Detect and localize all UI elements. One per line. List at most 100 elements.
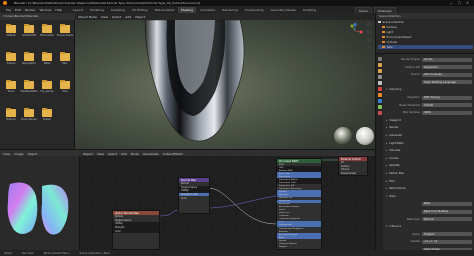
camera-view-icon[interactable] [366, 37, 372, 43]
properties-section-header[interactable]: Performance [386, 186, 472, 191]
vector-normal-map-node[interactable]: Vector Normal Map Normal Tangent Space UVM… [112, 210, 160, 250]
object-tab-icon[interactable] [377, 93, 382, 97]
folder-item[interactable]: Preset [39, 107, 55, 129]
menu-file[interactable]: File [6, 8, 11, 12]
world-tab-icon[interactable] [377, 87, 382, 91]
folder-item[interactable]: Environments [57, 23, 73, 45]
zoom-icon[interactable] [366, 21, 372, 27]
viewport-menu-item[interactable]: Object [135, 15, 145, 19]
viewport-menu-item[interactable]: Object Mode [78, 15, 97, 19]
normal-map-node[interactable]: Normal Map Normal Tangent Space UVMap Stren… [178, 177, 210, 214]
properties-field-value[interactable]: Path Tracing [422, 95, 472, 100]
folder-item[interactable]: Buttons [3, 107, 19, 129]
menu-window[interactable]: Window [40, 8, 52, 12]
folder-item[interactable]: Tiles [57, 79, 73, 101]
principled-bsdf-node[interactable]: Principled BSDF BSDF GGX Random Walk Base C… [276, 158, 322, 250]
3d-viewport[interactable]: Object Mode View Select Add Object [75, 13, 375, 149]
properties-section-header[interactable]: Film [386, 179, 472, 184]
file-path[interactable]: C:\Users\Blender\Materials\ [3, 15, 38, 18]
node-socket-row[interactable]: Displacement [339, 172, 367, 176]
folder-item[interactable]: Ink_Games [39, 79, 55, 101]
properties-field[interactable]: Noise Threshold 0.0100 [386, 103, 472, 108]
window-controls[interactable]: — ▢ ✕ [449, 1, 471, 5]
outliner-row[interactable]: Cylinder [378, 40, 473, 44]
properties-field[interactable]: Open Shading Language [386, 80, 472, 85]
properties-field[interactable]: Render Engine Cycles [386, 57, 472, 62]
folder-item[interactable]: Misc [57, 51, 73, 73]
outliner-row[interactable]: EnvironmentObject [378, 35, 473, 39]
properties-field-value[interactable]: GPU Compute [422, 72, 472, 77]
scene-tab-icon[interactable] [377, 81, 382, 85]
outliner-row[interactable]: Light [378, 30, 473, 34]
properties-field-value[interactable]: +X +Y +Z [422, 239, 472, 244]
material-output-node[interactable]: Material Output All Surface Volume Displace… [338, 156, 368, 176]
image-editor-menu-item[interactable]: Object [28, 152, 38, 156]
properties-section-header[interactable]: Motion Blur [386, 171, 472, 176]
navigation-gizmo[interactable] [347, 23, 363, 39]
node-socket-row[interactable]: Color [179, 196, 209, 200]
image-editor[interactable]: View Image Object [0, 149, 80, 250]
folder-item[interactable]: AmbOCCNS [21, 23, 37, 45]
node-socket-row[interactable]: Color [113, 229, 159, 233]
outliner-row[interactable]: Scene Collection [378, 20, 473, 24]
folder-item[interactable]: Wood [3, 79, 19, 101]
menu-edit[interactable]: Edit [15, 8, 21, 12]
menu-help[interactable]: Help [55, 8, 62, 12]
image-editor-menu-item[interactable]: View [3, 152, 10, 156]
modifier-tab-icon[interactable] [377, 99, 382, 103]
properties-field-value[interactable]: Bake from Multires [422, 209, 472, 214]
folder-item[interactable]: Node Setups [21, 107, 37, 129]
folder-item[interactable]: Fresnel [3, 51, 19, 73]
properties-field-value[interactable]: Supported [422, 65, 472, 70]
properties-field-value[interactable]: Open Shading Language [422, 80, 472, 85]
viewport-menu-item[interactable]: Add [125, 15, 131, 19]
node-socket-row[interactable]: Tangent [277, 245, 321, 248]
outliner-row[interactable]: Camera [378, 25, 473, 29]
shader-node-editor[interactable]: Object View Select Add Node Use Nodes SubsurfM… [80, 149, 375, 250]
image-editor-menu-item[interactable]: Image [14, 152, 23, 156]
menu-render[interactable]: Render [25, 8, 36, 12]
properties-field-value[interactable]: 4096 [422, 110, 472, 115]
properties-field[interactable]: Integrator Path Tracing [386, 95, 472, 100]
properties-section-header[interactable]: Sampling [386, 87, 472, 92]
properties-section-header[interactable]: Curves [386, 156, 472, 161]
properties-section-header[interactable]: Viewport [386, 118, 472, 123]
properties-field-value[interactable]: Tangent [422, 232, 472, 237]
material-tab-icon[interactable] [377, 111, 382, 115]
viewport-menu-item[interactable]: View [101, 15, 108, 19]
properties-field[interactable]: Space Tangent [386, 232, 472, 237]
properties-field[interactable]: Bake Type Normal [386, 217, 472, 222]
properties-field[interactable]: Feature Set Supported [386, 65, 472, 70]
properties-section-header[interactable]: Light Paths [386, 141, 472, 146]
properties-section-header[interactable]: Influence [386, 224, 472, 229]
properties-field[interactable]: Device GPU Compute [386, 72, 472, 77]
properties-field-value[interactable]: Bake [422, 201, 472, 206]
properties-field[interactable]: Bake [386, 201, 472, 206]
pan-icon[interactable] [366, 29, 372, 35]
viewport-menu-item[interactable]: Select [112, 15, 121, 19]
properties-field[interactable]: Swizzle +X +Y +Z [386, 239, 472, 244]
properties-section-header[interactable]: Bake [386, 194, 472, 199]
folder-item[interactable]: Default [3, 23, 19, 45]
properties-field[interactable]: Bake from Multires [386, 209, 472, 214]
properties-section-header[interactable]: Volumes [386, 148, 472, 153]
properties-section-header[interactable]: Render [386, 125, 472, 130]
outliner-row[interactable]: Tube [378, 45, 473, 49]
properties-field-value[interactable]: Cycles [422, 57, 472, 62]
folder-item[interactable]: Metal [39, 51, 55, 73]
folder-item[interactable]: Bloomvista [39, 23, 55, 45]
properties-field[interactable]: Max Samples 4096 [386, 110, 472, 115]
properties-field-value[interactable]: Normal [422, 217, 472, 222]
tool-tab-icon[interactable] [377, 57, 382, 61]
properties-section-header[interactable]: Simplify [386, 163, 472, 168]
perspective-toggle-icon[interactable] [366, 45, 372, 51]
properties-section-header[interactable]: Advanced [386, 133, 472, 138]
outliner: Scene Collection Scene Collection Camera L… [375, 13, 474, 53]
output-tab-icon[interactable] [377, 69, 382, 73]
folder-item[interactable]: WAVWestData [21, 79, 37, 101]
render-tab-icon[interactable] [377, 63, 382, 67]
folder-item[interactable]: Holographic [21, 51, 37, 73]
view-layer-tab-icon[interactable] [377, 75, 382, 79]
properties-field-value[interactable]: 0.0100 [422, 103, 472, 108]
data-tab-icon[interactable] [377, 105, 382, 109]
